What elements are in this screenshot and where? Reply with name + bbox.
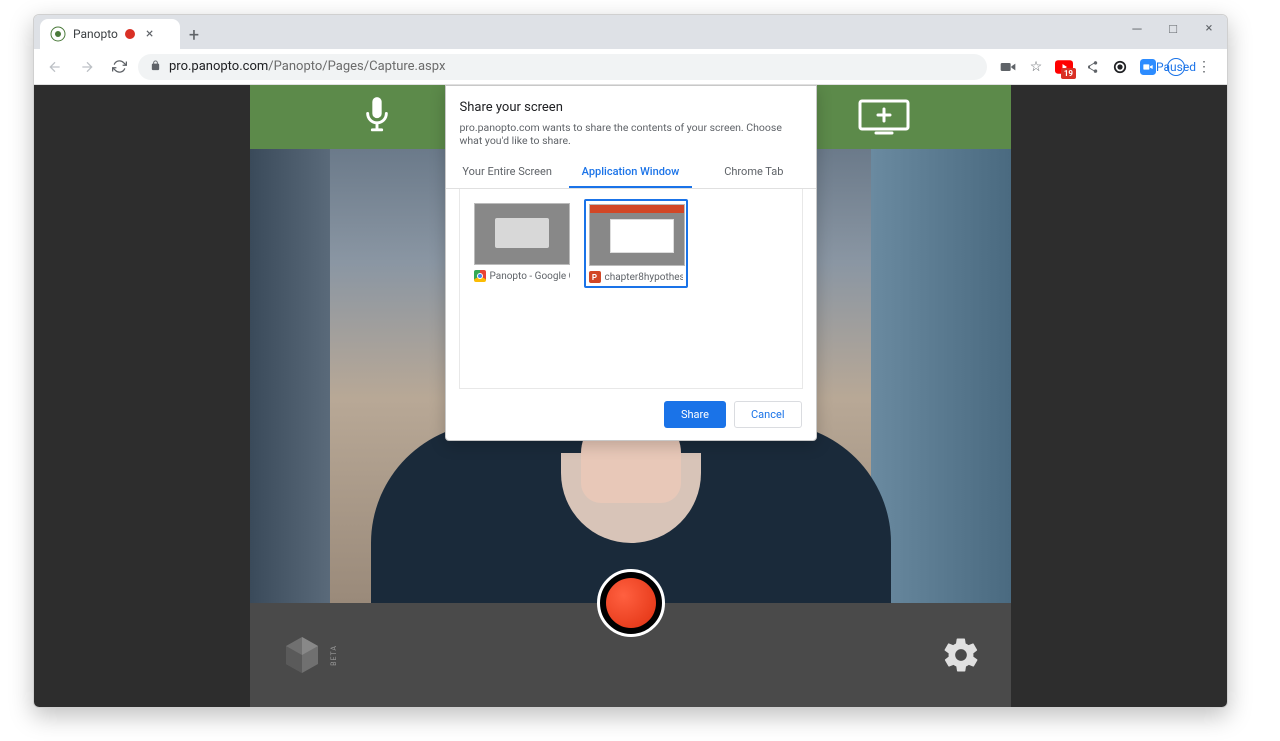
extension-icons: ☆ 19 Paused ⋮ (993, 58, 1219, 76)
tab-strip: Panopto × + ─ □ × (34, 15, 1227, 49)
powerpoint-icon (589, 271, 601, 283)
window-option-chrome[interactable]: Panopto - Google Chro... (470, 199, 574, 288)
window-controls: ─ □ × (1125, 21, 1221, 37)
dialog-subtitle: pro.panopto.com wants to share the conte… (460, 121, 802, 147)
new-tab-button[interactable]: + (180, 21, 208, 49)
add-screen-icon (856, 97, 912, 137)
dialog-actions: Share Cancel (460, 401, 802, 428)
forward-button[interactable] (74, 54, 100, 80)
tab-close-icon[interactable]: × (146, 26, 153, 42)
share-screen-dialog: Share your screen pro.panopto.com wants … (445, 85, 817, 441)
chrome-icon (474, 270, 486, 282)
beta-label: BETA (330, 645, 338, 666)
panopto-favicon-icon (50, 26, 66, 42)
address-bar: pro.panopto.com/Panopto/Pages/Capture.as… (34, 49, 1227, 85)
url-domain: pro.panopto.com (169, 59, 268, 74)
browser-window: Panopto × + ─ □ × pro.panopto.com/Panopt… (33, 14, 1228, 708)
recording-indicator-icon (125, 29, 135, 39)
reload-button[interactable] (106, 54, 132, 80)
window-picker: Panopto - Google Chro... chapter8hypothe… (459, 189, 803, 389)
window-label: chapter8hypothesistes... (605, 272, 683, 283)
close-window-button[interactable]: × (1197, 21, 1221, 37)
circle-ext-icon[interactable] (1111, 58, 1129, 76)
youtube-ext-icon[interactable]: 19 (1055, 58, 1073, 76)
camera-ext-icon[interactable] (999, 58, 1017, 76)
share-button[interactable]: Share (664, 401, 726, 428)
back-button[interactable] (42, 54, 68, 80)
profile-button[interactable]: Paused (1167, 58, 1185, 76)
menu-icon[interactable]: ⋮ (1195, 58, 1213, 76)
tab-title: Panopto (73, 27, 118, 41)
star-icon[interactable]: ☆ (1027, 58, 1045, 76)
maximize-button[interactable]: □ (1161, 21, 1185, 37)
panopto-logo: BETA (280, 633, 338, 677)
settings-button[interactable] (941, 635, 981, 675)
window-option-powerpoint[interactable]: chapter8hypothesistes... (584, 199, 688, 288)
window-label: Panopto - Google Chro... (490, 271, 570, 282)
url-path: /Panopto/Pages/Capture.aspx (268, 59, 445, 74)
app-content: BETA Share your screen pro.panopto.com w… (34, 85, 1227, 707)
minimize-button[interactable]: ─ (1125, 21, 1149, 37)
zoom-ext-icon[interactable] (1139, 58, 1157, 76)
dialog-tabs: Your Entire Screen Application Window Ch… (446, 157, 816, 189)
tab-chrome-tab[interactable]: Chrome Tab (692, 157, 815, 188)
microphone-icon (363, 97, 391, 137)
tab-entire-screen[interactable]: Your Entire Screen (446, 157, 569, 188)
url-field[interactable]: pro.panopto.com/Panopto/Pages/Capture.as… (138, 54, 987, 80)
video-area: BETA Share your screen pro.panopto.com w… (250, 85, 1011, 707)
record-button[interactable] (597, 569, 665, 637)
browser-tab[interactable]: Panopto × (40, 19, 180, 49)
logo-icon (280, 633, 324, 677)
profile-status: Paused (1156, 60, 1196, 74)
window-preview (474, 203, 570, 265)
record-icon (606, 578, 656, 628)
window-preview (589, 204, 685, 266)
lock-icon (150, 60, 161, 74)
gear-icon (941, 635, 981, 675)
share-ext-icon[interactable] (1083, 58, 1101, 76)
dialog-title: Share your screen (460, 100, 802, 115)
cancel-button[interactable]: Cancel (734, 401, 801, 428)
tab-application-window[interactable]: Application Window (569, 157, 692, 188)
